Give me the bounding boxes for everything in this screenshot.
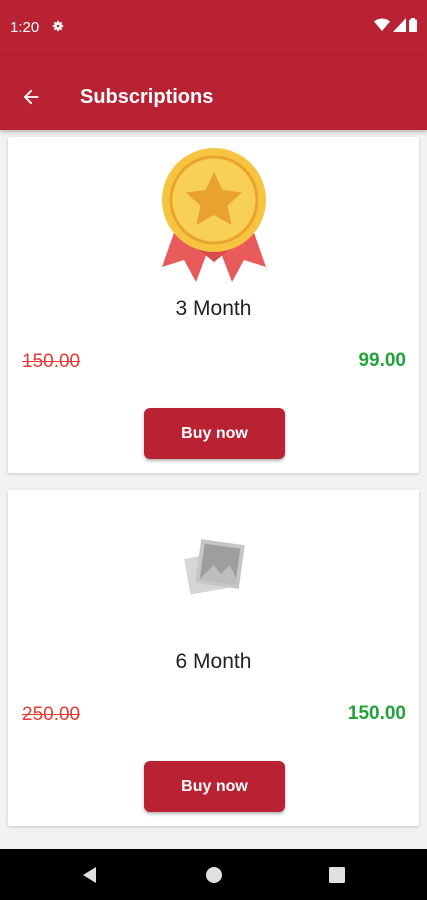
buy-now-button[interactable]: Buy now [144,761,285,812]
system-nav-bar [0,849,427,900]
nav-back-icon[interactable] [80,865,100,885]
signal-icon [393,18,406,32]
plan-name: 6 Month [175,650,252,673]
system-icons [374,18,417,32]
battery-icon [409,18,417,32]
medal-star-icon [161,148,266,282]
status-time: 1:20 [10,19,40,36]
new-price: 99.00 [358,350,406,371]
image-placeholder-icon [183,539,245,595]
old-price: 250.00 [22,704,81,725]
buy-now-button[interactable]: Buy now [144,408,285,459]
new-price: 150.00 [347,703,406,724]
nav-recents-icon[interactable] [327,865,347,885]
status-bar: 1:20 [0,0,427,56]
app-bar: Subscriptions [0,56,427,130]
old-price: 150.00 [22,351,81,372]
plan-card-3-month: 3 Month 150.00 99.00 Buy now [8,137,419,473]
plan-card-6-month: 6 Month 250.00 150.00 Buy now [8,490,419,826]
plan-name: 3 Month [175,297,252,320]
wifi-icon [374,18,390,31]
page-title: Subscriptions [80,86,214,108]
nav-home-icon[interactable] [204,865,224,885]
gear-icon [52,20,64,32]
back-arrow-icon[interactable] [20,86,42,108]
